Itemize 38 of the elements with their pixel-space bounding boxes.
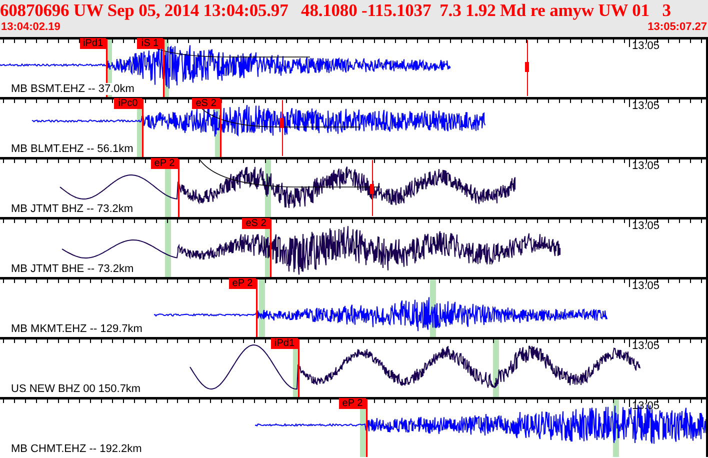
pick-line (178, 159, 180, 217)
end-time: 13:05:07.27 (648, 21, 707, 34)
time-tick-label: 13:05 (632, 160, 660, 172)
pick-flag[interactable]: iPd1 (80, 38, 106, 49)
station-label: MB JTMT BHZ -- 73.2km (10, 203, 134, 215)
time-tick-label: 13:05 (632, 220, 660, 232)
amplitude-marker (525, 40, 529, 96)
station-label: US NEW BHZ 00 150.7km (10, 383, 142, 395)
event-title: 60870696 UW Sep 05, 2014 13:04:05.97 48.1080 -115.1037 7.3 1.92 Md re amyw UW 01 3 (0, 0, 672, 21)
pick-line (366, 399, 368, 457)
pick-line (270, 219, 272, 277)
pick-flag[interactable]: eP 2 (151, 158, 178, 169)
amplitude-marker (370, 160, 374, 216)
pick-line (142, 99, 144, 157)
pick-window (165, 217, 171, 277)
amplitude-marker (280, 100, 284, 156)
pick-line (298, 339, 300, 397)
station-label: MB BLMT.EHZ -- 56.1km (10, 143, 134, 155)
start-time: 13:04:02.19 (1, 21, 60, 34)
time-tick-label: 13:05 (632, 280, 660, 292)
time-tick-label: 13:05 (632, 40, 660, 52)
pick-line (256, 279, 258, 337)
pick-flag[interactable]: eP 2 (229, 278, 256, 289)
pick-flag[interactable]: iPc0 (114, 98, 142, 109)
time-tick-label: 13:05 (632, 400, 660, 412)
station-label: MB CHMT.EHZ -- 192.2km (10, 443, 143, 455)
pick-flag[interactable]: iPd1 (271, 338, 298, 349)
pick-line (220, 99, 222, 157)
pick-flag[interactable]: eP 2 (339, 398, 366, 409)
pick-line (163, 39, 164, 97)
pick-flag[interactable]: iS 1 (137, 38, 163, 49)
station-label: MB JTMT BHE -- 73.2km (10, 263, 135, 275)
time-tick-label: 13:05 (632, 100, 660, 112)
station-label: MB MKMT.EHZ -- 129.7km (10, 323, 144, 335)
pick-flag[interactable]: eS 2 (192, 98, 220, 109)
pick-flag[interactable]: eS 2 (242, 218, 270, 229)
time-tick-label: 13:05 (632, 340, 660, 352)
station-label: MB BSMT.EHZ -- 37.0km (10, 83, 136, 95)
